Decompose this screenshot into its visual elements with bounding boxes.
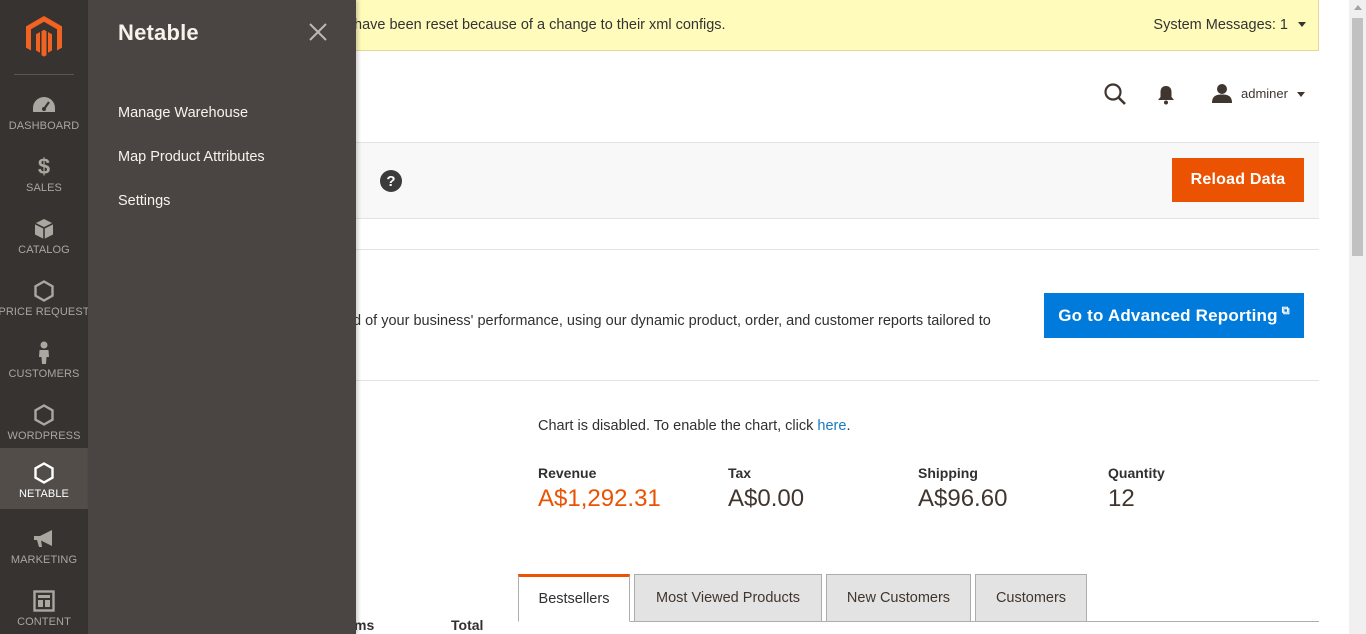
system-message-text: have been reset because of a change to t… bbox=[354, 17, 726, 33]
go-to-advanced-reporting-button[interactable]: Go to Advanced Reporting ⧉ bbox=[1044, 293, 1304, 338]
chart-disabled-note: Chart is disabled. To enable the chart, … bbox=[538, 418, 850, 434]
nav-item-content[interactable]: CONTENT bbox=[0, 579, 88, 634]
admin-menu: DASHBOARD $ SALES CATALOG PRICE REQUEST … bbox=[0, 0, 90, 634]
reload-data-button[interactable]: Reload Data bbox=[1172, 158, 1304, 202]
submenu-title: Netable bbox=[118, 20, 199, 45]
nav-label: PRICE REQUEST bbox=[0, 306, 90, 318]
system-messages-count[interactable]: System Messages: 1 bbox=[1153, 17, 1288, 33]
nav-label: CATALOG bbox=[18, 244, 70, 256]
nav-item-price-request[interactable]: PRICE REQUEST bbox=[0, 269, 90, 331]
metric-label: Tax bbox=[728, 465, 752, 481]
column-header-total: Total bbox=[451, 617, 484, 633]
divider bbox=[356, 380, 1319, 381]
nav-label: WORDPRESS bbox=[7, 430, 81, 442]
nav-item-sales[interactable]: $ SALES bbox=[0, 145, 88, 207]
advanced-reporting-label: Go to Advanced Reporting bbox=[1058, 305, 1278, 325]
user-icon[interactable] bbox=[1212, 83, 1232, 108]
nav-item-catalog[interactable]: CATALOG bbox=[0, 207, 88, 269]
column-header-items: ms bbox=[354, 617, 375, 633]
nav-item-marketing[interactable]: MARKETING bbox=[0, 517, 88, 579]
admin-user-name[interactable]: adminer bbox=[1241, 86, 1288, 101]
metric-label: Quantity bbox=[1108, 465, 1165, 481]
scroll-up-arrow-icon[interactable] bbox=[1354, 5, 1362, 10]
divider bbox=[356, 249, 1319, 250]
chevron-down-icon[interactable] bbox=[1298, 22, 1306, 27]
submenu-link-map-product-attributes[interactable]: Map Product Attributes bbox=[118, 149, 265, 165]
hexagon-icon bbox=[31, 278, 57, 304]
submenu-link-manage-warehouse[interactable]: Manage Warehouse bbox=[118, 105, 248, 121]
nav-item-wordpress[interactable]: WORDPRESS bbox=[0, 393, 88, 455]
hexagon-icon bbox=[31, 402, 57, 428]
metric-value: 12 bbox=[1108, 485, 1135, 512]
hexagon-icon bbox=[31, 460, 57, 486]
dollar-icon: $ bbox=[37, 154, 51, 179]
help-icon[interactable]: ? bbox=[380, 170, 402, 192]
metric-revenue: Revenue A$1,292.31 bbox=[538, 465, 661, 513]
external-link-icon: ⧉ bbox=[1281, 305, 1290, 317]
tab-new-customers[interactable]: New Customers bbox=[826, 574, 971, 622]
nav-label: MARKETING bbox=[10, 554, 78, 566]
chart-note-text: Chart is disabled. To enable the chart, … bbox=[538, 418, 818, 434]
metric-value: A$1,292.31 bbox=[538, 485, 661, 512]
box-icon bbox=[31, 216, 57, 242]
submenu-link-settings[interactable]: Settings bbox=[118, 193, 170, 209]
nav-label: CONTENT bbox=[17, 616, 71, 628]
metric-value: A$0.00 bbox=[728, 485, 805, 512]
metric-quantity: Quantity 12 bbox=[1108, 465, 1165, 513]
dashboard-icon bbox=[31, 92, 57, 118]
tab-bestsellers[interactable]: Bestsellers bbox=[518, 574, 630, 622]
enable-chart-link[interactable]: here bbox=[817, 418, 846, 434]
nav-divider bbox=[14, 74, 74, 75]
advanced-reporting-description: d of your business' performance, using o… bbox=[353, 313, 991, 329]
person-icon bbox=[31, 340, 57, 366]
search-icon[interactable] bbox=[1103, 82, 1127, 111]
netable-submenu: Netable Manage Warehouse Map Product Att… bbox=[88, 0, 356, 634]
nav-item-netable[interactable]: NETABLE bbox=[0, 448, 88, 509]
metric-label: Revenue bbox=[538, 465, 597, 481]
tab-customers[interactable]: Customers bbox=[975, 574, 1087, 622]
nav-label: SALES bbox=[26, 182, 62, 194]
nav-item-dashboard[interactable]: DASHBOARD bbox=[0, 83, 88, 145]
metric-tax: Tax A$0.00 bbox=[728, 465, 804, 513]
system-messages-bar: have been reset because of a change to t… bbox=[354, 0, 1319, 51]
nav-label: DASHBOARD bbox=[8, 120, 80, 132]
nav-label: CUSTOMERS bbox=[8, 368, 80, 380]
bell-icon[interactable] bbox=[1157, 84, 1175, 111]
nav-label: NETABLE bbox=[18, 488, 69, 500]
metric-shipping: Shipping A$96.60 bbox=[918, 465, 1007, 513]
magento-logo[interactable] bbox=[0, 0, 88, 74]
close-icon[interactable] bbox=[308, 22, 328, 42]
tab-most-viewed-products[interactable]: Most Viewed Products bbox=[634, 574, 822, 622]
scrollbar-thumb[interactable] bbox=[1352, 18, 1363, 256]
megaphone-icon bbox=[31, 526, 57, 552]
chevron-down-icon[interactable] bbox=[1297, 92, 1305, 97]
layout-icon bbox=[31, 588, 57, 614]
nav-item-customers[interactable]: CUSTOMERS bbox=[0, 331, 88, 393]
chart-note-suffix: . bbox=[846, 418, 851, 434]
metric-label: Shipping bbox=[918, 465, 978, 481]
metric-value: A$96.60 bbox=[918, 485, 1008, 512]
